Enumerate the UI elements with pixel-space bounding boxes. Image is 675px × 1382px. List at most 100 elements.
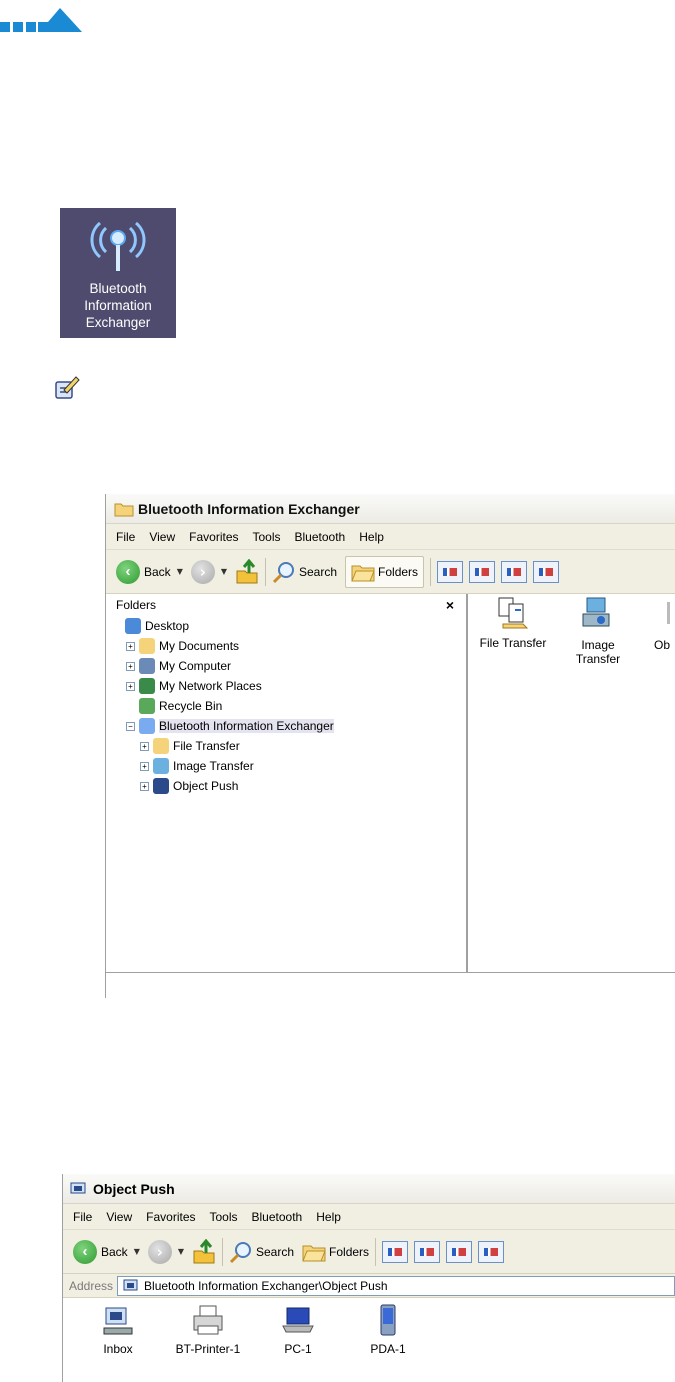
tree-item[interactable]: + Object Push — [106, 776, 466, 796]
up-folder-icon[interactable] — [235, 558, 259, 585]
expand-icon[interactable]: + — [140, 781, 149, 791]
inbox-icon — [103, 1307, 133, 1335]
tree-item[interactable]: + My Network Places — [106, 676, 466, 696]
tree-item[interactable]: + My Computer — [106, 656, 466, 676]
folders-button[interactable]: Folders — [345, 555, 425, 588]
explorer-window-bluetooth: Bluetooth Information Exchanger File Vie… — [105, 494, 675, 998]
my-computer-icon — [139, 658, 155, 674]
list-view-button[interactable] — [533, 560, 560, 583]
folders-pane-title: Folders — [116, 598, 157, 612]
laptop-icon — [282, 1307, 314, 1333]
back-button[interactable]: ‹ Back — [73, 1239, 128, 1264]
tree-item-label: Desktop — [145, 619, 190, 633]
tree-item-label: My Computer — [159, 659, 232, 673]
object-push-icon — [70, 1182, 86, 1193]
icons-view-button[interactable] — [501, 560, 528, 583]
forward-dropdown-icon[interactable]: ▼ — [221, 567, 227, 576]
menu-bar: File View Favorites Tools Bluetooth Help — [106, 524, 675, 550]
back-arrow-icon: ‹ — [73, 1239, 97, 1264]
folders-icon — [351, 565, 375, 581]
up-folder-icon[interactable] — [192, 1238, 216, 1265]
icons-view-button[interactable] — [446, 1240, 473, 1263]
forward-button[interactable]: › — [190, 559, 215, 584]
tree-item[interactable]: Desktop — [106, 616, 466, 636]
menu-bluetooth[interactable]: Bluetooth — [252, 1210, 303, 1224]
thumbnails-view-button[interactable] — [382, 1240, 409, 1263]
device-bt-printer-1[interactable]: BT-Printer-1 — [163, 1304, 253, 1356]
menu-tools[interactable]: Tools — [210, 1210, 238, 1224]
expand-icon[interactable]: + — [140, 761, 149, 771]
menu-view[interactable]: View — [149, 530, 175, 544]
expand-icon[interactable]: + — [126, 661, 135, 671]
menu-view[interactable]: View — [106, 1210, 132, 1224]
item-label: Ob — [654, 638, 671, 652]
folders-button[interactable]: Folders — [302, 1241, 369, 1263]
menu-help[interactable]: Help — [359, 530, 384, 544]
search-button[interactable]: Search — [229, 1240, 294, 1264]
menu-file[interactable]: File — [116, 530, 135, 544]
menu-bluetooth[interactable]: Bluetooth — [295, 530, 346, 544]
device-pc-1[interactable]: PC-1 — [253, 1304, 343, 1356]
thumbnails-view-button[interactable] — [437, 560, 464, 583]
toolbar: ‹ Back ▼ › ▼ Search Folders — [63, 1230, 675, 1274]
object-push-icon — [667, 602, 670, 624]
tree-item[interactable]: + Image Transfer — [106, 756, 466, 776]
menu-file[interactable]: File — [73, 1210, 92, 1224]
title-bar[interactable]: Object Push — [63, 1174, 675, 1204]
back-arrow-icon: ‹ — [116, 559, 140, 584]
back-dropdown-icon[interactable]: ▼ — [177, 567, 183, 576]
icons-view-icon — [452, 1247, 467, 1256]
expand-icon[interactable]: + — [140, 741, 149, 751]
tree-item-label: My Documents — [159, 639, 240, 653]
close-pane-button[interactable]: × — [446, 597, 454, 613]
menu-favorites[interactable]: Favorites — [146, 1210, 195, 1224]
object-push-icon — [123, 1279, 138, 1290]
title-bar[interactable]: Bluetooth Information Exchanger — [106, 494, 675, 524]
image-transfer-icon — [582, 597, 610, 627]
expand-icon[interactable]: + — [126, 681, 135, 691]
search-icon — [272, 561, 294, 583]
device-list: Inbox BT-Printer-1 PC-1 PDA-1 — [63, 1298, 675, 1356]
bluetooth-exchanger-desktop-icon[interactable]: Bluetooth Information Exchanger — [60, 208, 176, 338]
collapse-icon[interactable]: − — [126, 721, 135, 731]
menu-help[interactable]: Help — [316, 1210, 341, 1224]
tiles-view-icon — [475, 567, 490, 576]
back-button[interactable]: ‹ Back — [116, 559, 171, 584]
forward-dropdown-icon[interactable]: ▼ — [178, 1247, 184, 1256]
menu-tools[interactable]: Tools — [253, 530, 281, 544]
item-label-line2: Transfer — [575, 652, 621, 666]
tree-item[interactable]: Recycle Bin — [106, 696, 466, 716]
search-icon — [229, 1241, 251, 1263]
forward-button[interactable]: › — [147, 1239, 172, 1264]
folder-tree: Desktop + My Documents + My Computer + My Netw… — [106, 616, 466, 796]
file-transfer-item[interactable]: File Transfer — [476, 596, 550, 650]
content-area: Folders × Desktop + My Documents + My Comput… — [106, 594, 675, 972]
tree-item[interactable]: + My Documents — [106, 636, 466, 656]
tree-item[interactable]: + File Transfer — [106, 736, 466, 756]
address-field[interactable]: Bluetooth Information Exchanger\Object P… — [117, 1275, 675, 1296]
device-inbox[interactable]: Inbox — [73, 1304, 163, 1356]
back-dropdown-icon[interactable]: ▼ — [134, 1247, 140, 1256]
address-label: Address — [69, 1278, 114, 1293]
object-push-item[interactable]: Ob — [654, 596, 675, 652]
tree-item-label: My Network Places — [159, 679, 262, 693]
device-pda-1[interactable]: PDA-1 — [343, 1304, 433, 1356]
file-transfer-icon — [153, 738, 169, 754]
window-title: Object Push — [93, 1180, 175, 1197]
search-button[interactable]: Search — [272, 560, 337, 584]
icons-view-icon — [507, 567, 522, 576]
brand-logo — [0, 8, 82, 32]
thumbnails-view-icon — [388, 1247, 403, 1256]
tiles-view-button[interactable] — [414, 1240, 441, 1263]
toolbar: ‹ Back ▼ › ▼ Search Folders — [106, 550, 675, 594]
tree-item[interactable]: − Bluetooth Information Exchanger — [106, 716, 466, 736]
menu-favorites[interactable]: Favorites — [189, 530, 238, 544]
tiles-view-button[interactable] — [469, 560, 496, 583]
list-view-button[interactable] — [478, 1240, 505, 1263]
image-transfer-item[interactable]: Image Transfer — [566, 596, 630, 666]
tree-item-label: Bluetooth Information Exchanger — [159, 719, 334, 733]
items-pane: File Transfer Image Transfer Ob — [468, 594, 675, 972]
folders-pane: Folders × Desktop + My Documents + My Comput… — [106, 594, 468, 972]
folders-icon — [302, 1245, 326, 1261]
expand-icon[interactable]: + — [126, 641, 135, 651]
